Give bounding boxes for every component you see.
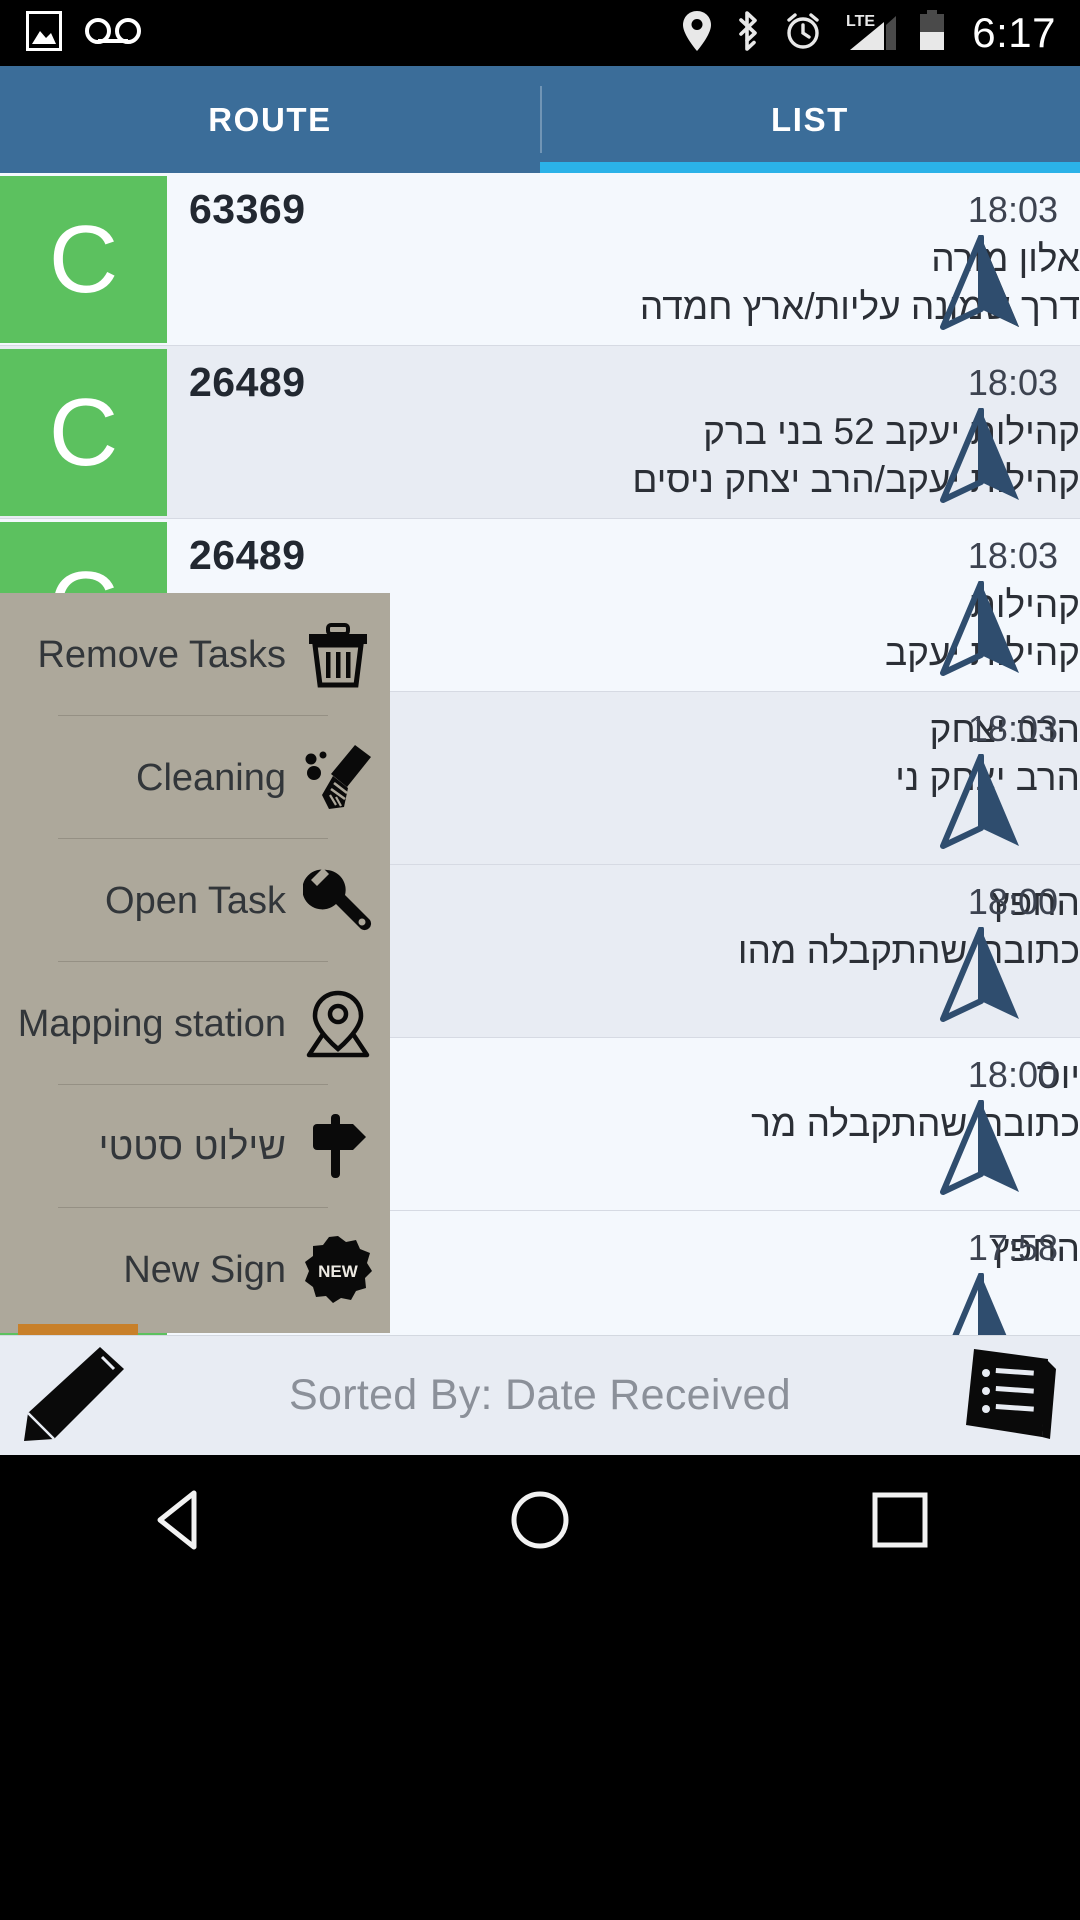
navigate-arrow-icon[interactable] [940,753,1022,855]
row-right: 17:58 [850,1211,1080,1335]
row-right: 18:03 [850,692,1080,865]
svg-text:LTE: LTE [846,13,875,30]
menu-item-label: שילוט סטטי [98,1125,286,1168]
status-bar-clock: 6:17 [972,9,1056,56]
row-time: 18:03 [967,535,1058,576]
menu-item-mapping-station[interactable]: Mapping station [0,962,390,1085]
row-time: 18:00 [967,881,1058,922]
menu-item-label: Open Task [105,879,286,922]
navigate-arrow-icon[interactable] [940,407,1022,509]
gallery-icon [26,10,62,56]
row-right: 18:00 [850,865,1080,1038]
voicemail-icon [84,16,142,51]
navigate-arrow-icon[interactable] [940,234,1022,336]
menu-item-cleaning[interactable]: Cleaning [0,716,390,839]
bluetooth-icon [732,9,762,58]
wrench-icon [300,863,376,939]
tab-route[interactable]: ROUTE [0,66,540,173]
navigate-arrow-icon[interactable] [940,926,1022,1028]
menu-item-label: Mapping station [17,1002,286,1045]
row-time: 18:03 [967,189,1058,230]
signpost-icon [300,1109,376,1185]
broom-icon [300,740,376,816]
menu-item-label: Remove Tasks [37,633,286,676]
row-right: 18:00 [850,1038,1080,1211]
tab-divider [540,86,542,153]
table-row[interactable]: C 63369 אלון מורה דרך שמונה עליות/ארץ חמ… [0,173,1080,346]
status-bar: LTE 6:17 [0,0,1080,66]
row-time: 18:00 [967,1054,1058,1095]
menu-item-static-signage[interactable]: שילוט סטטי [0,1085,390,1208]
location-icon [682,10,712,57]
table-row[interactable]: C 26489 קהילות יעקב 52 בני ברק קהילות יע… [0,346,1080,519]
row-time: 17:58 [967,1227,1058,1268]
menu-item-label: New Sign [123,1248,286,1291]
back-triangle-icon[interactable] [120,1460,240,1580]
menu-item-new-sign[interactable]: New Sign NEW [0,1208,390,1331]
menu-item-open-task[interactable]: Open Task [0,839,390,962]
lte-signal-icon: LTE [844,9,898,58]
alarm-icon [782,10,824,57]
navigate-arrow-icon[interactable] [940,580,1022,682]
menu-item-label: Cleaning [136,756,286,799]
row-right: 18:03 [850,519,1080,692]
tab-list-label: LIST [771,100,849,138]
app-screen: LTE 6:17 ROUTE LIST C 63369 אלון מורה דר… [0,0,1080,1920]
battery-icon [918,9,946,58]
tab-list[interactable]: LIST [540,66,1080,173]
svg-text:NEW: NEW [318,1262,359,1281]
map-pin-icon [300,986,376,1062]
status-bar-left-icons [0,10,142,56]
trash-icon [300,617,376,693]
tab-route-label: ROUTE [208,100,332,138]
avatar: C [0,176,167,343]
status-bar-right-icons: LTE 6:17 [682,9,1080,58]
new-badge-icon: NEW [300,1232,376,1308]
tab-selected-indicator [540,162,1080,173]
context-menu[interactable]: Remove Tasks Cleaning Open Task Mapping … [0,593,390,1333]
row-time: 18:03 [967,362,1058,403]
navigate-arrow-icon[interactable] [940,1272,1022,1335]
row-right: 18:03 [850,346,1080,519]
sort-status-label: Sorted By: Date Received [289,1371,791,1419]
row-time: 18:03 [967,708,1058,749]
recents-square-icon[interactable] [840,1460,960,1580]
row-right: 18:03 [850,173,1080,346]
progress-strip [18,1324,138,1335]
android-navigation-bar [0,1455,1080,1920]
bottom-toolbar: Sorted By: Date Received [0,1335,1080,1455]
avatar: C [0,349,167,516]
tab-bar: ROUTE LIST [0,66,1080,173]
navigate-arrow-icon[interactable] [940,1099,1022,1201]
home-circle-icon[interactable] [480,1460,600,1580]
menu-item-remove-tasks[interactable]: Remove Tasks [0,593,390,716]
